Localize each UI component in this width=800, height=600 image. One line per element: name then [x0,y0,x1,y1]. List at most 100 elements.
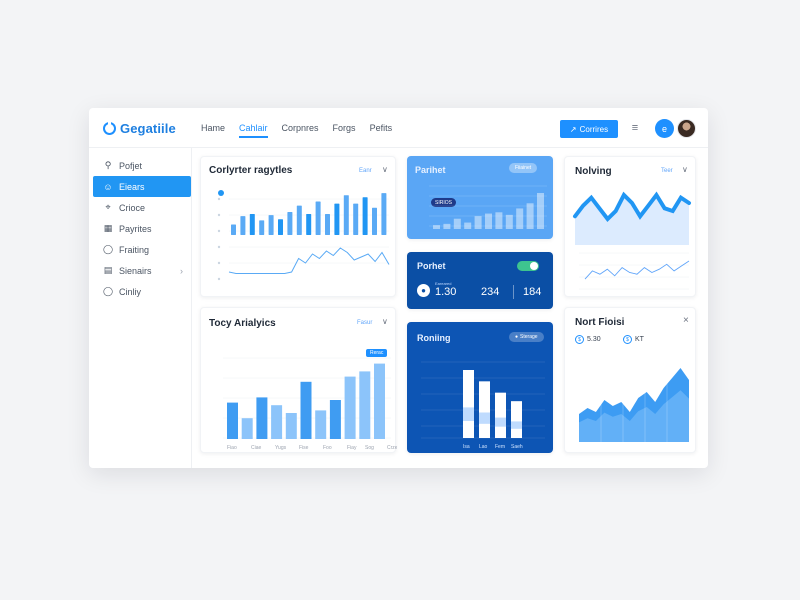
bar [287,211,293,235]
bar [479,381,490,438]
nav-item-home[interactable]: Hame [201,123,225,138]
y-tick-mark [217,213,221,217]
bar [537,193,544,229]
divider [513,285,514,299]
bolt-icon: ◯ [103,244,114,254]
bar [433,225,440,229]
pin-icon: ⌖ [105,202,111,212]
x-tick-label: Fiay [347,445,357,451]
sidebar-item-2[interactable]: ☺ Eiears [93,176,191,197]
list-icon[interactable]: ≡ [629,122,641,134]
y-tick-mark [217,277,221,281]
clock-icon: ● [417,284,430,297]
x-tick-label: Saeh [511,444,523,450]
sidebar: ⚲ Pofjet ☺ Eiears ⌖ Crioce ▦ Payrites ◯ … [89,148,192,468]
sidebar-item-7[interactable]: ◯ Cinliy [93,281,191,302]
toggle-switch[interactable] [517,261,539,271]
card-right-bottom: Nort Fioisi × $ 5.30 $ KT [564,307,696,453]
search-icon: ⚲ [104,160,112,170]
bar [516,208,524,229]
nav-item-active[interactable]: Cahlair [239,123,268,138]
bar [495,212,503,229]
series-line [228,247,390,274]
bar [249,214,255,235]
nav-item-5[interactable]: Pefits [370,123,393,138]
sidebar-item-label: Sienairs [119,265,152,276]
card-analytics: Tocy Arialyics Fasur ∨ Rerac Fiao Ciae Yug… [200,307,397,453]
primary-action-label: Corrires [579,124,609,134]
sidebar-item-4[interactable]: ▦ Payrites [93,218,191,239]
bar [511,401,522,438]
x-tick-label: Sog [365,445,374,451]
avatar[interactable] [677,119,696,138]
sidebar-item-label: Payrites [119,223,152,234]
bar [325,214,330,235]
bar-segment [479,412,490,424]
bar-segment [511,421,522,429]
bar [344,376,356,439]
bar [256,397,268,439]
bar-segment [495,417,506,427]
card-title: Porhet [417,261,446,271]
bar [241,418,253,439]
sidebar-item-label: Eiears [119,181,145,192]
main-nav: Hame Cahlair Corpnres Forgs Pefits [201,123,406,138]
nav-item-4[interactable]: Forgs [333,123,356,138]
card-icon: ▦ [103,223,113,233]
app-logo[interactable]: Gegatiile [103,120,176,136]
bar [315,201,321,235]
bar [443,223,451,229]
x-tick-label: Foo [323,445,332,451]
y-tick-mark [217,229,221,233]
bar [296,205,302,235]
logo-text: Gegatiile [120,121,176,136]
bar [526,203,534,229]
sidebar-item-3[interactable]: ⌖ Crioce [93,197,191,218]
card-blue-top: Parihet Fiiainet SIRIOS [407,156,553,239]
bar [463,370,474,438]
bar [240,216,246,235]
x-tick-label: Lao [479,444,488,450]
sidebar-item-label: Cinliy [119,286,142,297]
sidebar-item-label: Crioce [119,202,146,213]
x-tick-label: Fiao [227,445,237,451]
bar [372,207,377,235]
bar [268,215,274,235]
card-ranking: Roniing ● Sterage Isa Lao Fem Saeh [407,322,553,453]
primary-action-button[interactable]: ↗ Corrires [560,120,618,138]
bar [231,224,236,235]
bar [334,203,340,235]
x-tick-label: Yugs [275,445,287,451]
card-right-top: Nolving Teer ∨ [564,156,696,297]
sidebar-item-1[interactable]: ⚲ Pofjet [93,155,191,176]
bar [300,381,312,439]
sidebar-item-label: Fraiting [119,244,150,255]
stat-tertiary: 184 [523,286,542,298]
bar [259,220,265,235]
notification-button[interactable]: e [655,119,674,138]
help-icon: ◯ [103,286,114,296]
x-tick-label: Fise [299,445,309,451]
bar [374,363,385,439]
bar-segment [463,407,474,421]
y-tick-mark [217,245,221,249]
bar [359,371,371,439]
stat-primary: 1.30 [435,286,457,298]
series-line [584,260,690,280]
bar [453,218,461,229]
stat-secondary: 234 [481,286,500,298]
sidebar-item-6[interactable]: ▤ Sienairs › [93,260,191,281]
marker-dot [218,190,224,196]
bar [485,213,492,229]
bar [227,402,238,439]
bar [505,214,513,229]
layers-icon: ▤ [103,265,113,275]
dashboard-window: Gegatiile Hame Cahlair Corpnres Forgs Pe… [89,108,708,468]
chart-ranking: Isa Lao Fem Saeh [421,361,545,450]
bar [381,193,387,235]
sidebar-item-5[interactable]: ◯ Fraiting [93,239,191,260]
bar [362,197,368,235]
bar [495,392,506,438]
bar [343,195,349,235]
nav-item-3[interactable]: Corpnres [282,123,319,138]
